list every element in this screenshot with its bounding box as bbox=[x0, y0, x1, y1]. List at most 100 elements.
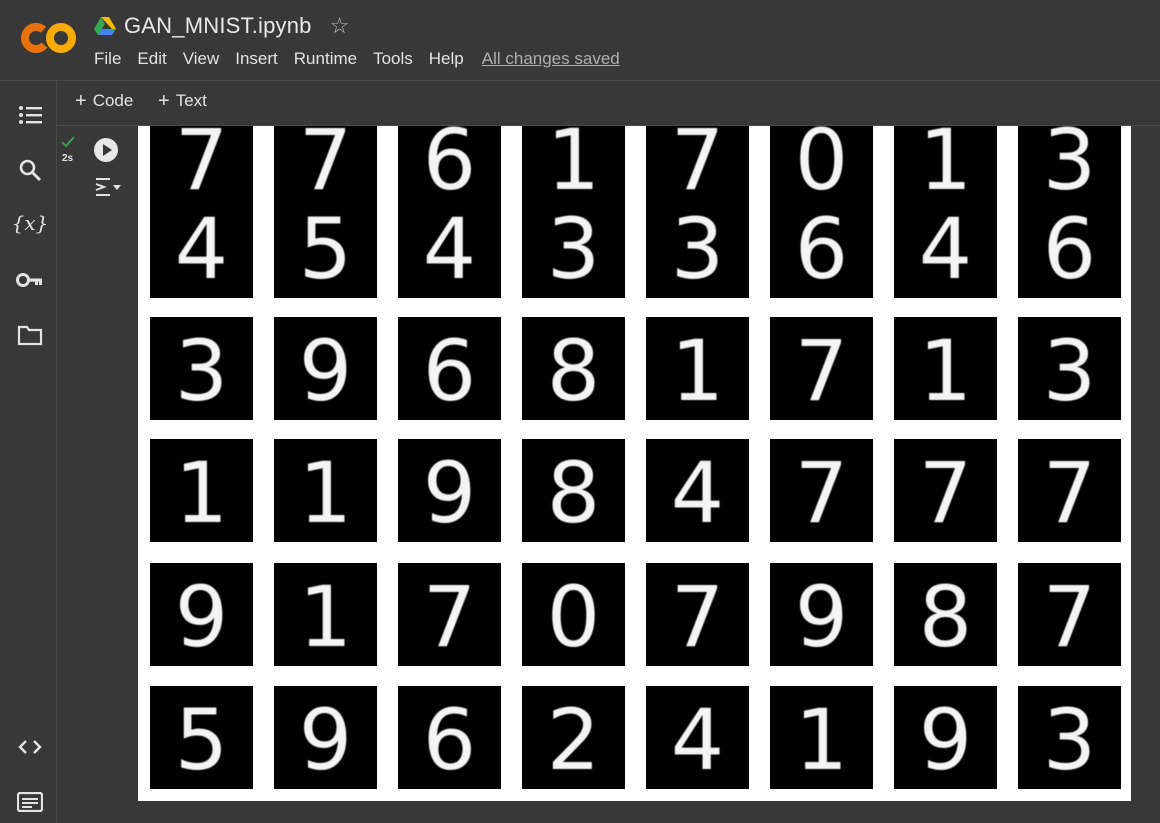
digit-glyph: 9 bbox=[918, 690, 973, 789]
colab-logo-icon[interactable] bbox=[20, 20, 78, 56]
digit-glyph: 0 bbox=[794, 126, 849, 209]
generated-digit-image: 5 bbox=[150, 686, 253, 789]
star-icon[interactable]: ☆ bbox=[330, 15, 350, 37]
digit-glyph: 3 bbox=[1042, 321, 1097, 420]
output-options-icon[interactable] bbox=[94, 176, 122, 198]
generated-digit-image: 3 bbox=[1018, 317, 1121, 420]
files-folder-icon[interactable] bbox=[16, 321, 44, 349]
digit-glyph: 4 bbox=[174, 199, 229, 298]
digit-glyph: 8 bbox=[918, 567, 973, 666]
digit-glyph: 8 bbox=[546, 443, 601, 542]
digit-glyph: 1 bbox=[174, 443, 229, 542]
digit-glyph: 6 bbox=[422, 126, 477, 209]
digit-glyph: 9 bbox=[422, 443, 477, 542]
add-text-button[interactable]: + Text bbox=[158, 91, 207, 111]
google-drive-icon bbox=[94, 17, 116, 35]
digit-glyph: 4 bbox=[918, 199, 973, 298]
digit-glyph: 5 bbox=[174, 690, 229, 789]
digit-glyph: 7 bbox=[794, 443, 849, 542]
generated-digit-image: 9 bbox=[150, 563, 253, 666]
digit-glyph: 9 bbox=[298, 321, 353, 420]
digit-glyph: 7 bbox=[174, 126, 229, 209]
digit-glyph: 1 bbox=[546, 126, 601, 209]
run-cell-button[interactable] bbox=[94, 138, 118, 162]
digit-glyph: 3 bbox=[546, 199, 601, 298]
digit-glyph: 5 bbox=[298, 199, 353, 298]
generated-digit-image: 8 bbox=[522, 317, 625, 420]
secrets-key-icon[interactable] bbox=[16, 266, 44, 294]
variables-icon[interactable]: {x} bbox=[12, 209, 49, 237]
digit-glyph: 6 bbox=[794, 199, 849, 298]
generated-digit-image: 9 bbox=[894, 686, 997, 789]
generated-digit-image: 7 bbox=[1018, 439, 1121, 542]
generated-digit-image: 9 bbox=[274, 317, 377, 420]
generated-digit-image: 4 bbox=[646, 439, 749, 542]
digit-glyph: 4 bbox=[670, 690, 725, 789]
cell-output-image: 7761701345433646396817131198477791707987… bbox=[138, 126, 1131, 801]
generated-digit-image: 3 bbox=[522, 195, 625, 298]
digit-glyph: 7 bbox=[670, 126, 725, 209]
menu-tools[interactable]: Tools bbox=[373, 49, 413, 69]
digit-glyph: 0 bbox=[546, 567, 601, 666]
code-snippets-icon[interactable] bbox=[16, 733, 44, 761]
generated-digit-image: 1 bbox=[274, 563, 377, 666]
generated-digit-image: 4 bbox=[150, 195, 253, 298]
generated-digit-image: 7 bbox=[646, 563, 749, 666]
add-code-button[interactable]: + Code bbox=[75, 91, 133, 111]
digit-glyph: 7 bbox=[670, 567, 725, 666]
generated-digit-image: 9 bbox=[398, 439, 501, 542]
plus-icon: + bbox=[158, 90, 170, 112]
digit-glyph: 4 bbox=[670, 443, 725, 542]
digit-glyph: 1 bbox=[670, 321, 725, 420]
add-code-label: Code bbox=[92, 91, 134, 110]
terminal-icon[interactable] bbox=[16, 788, 44, 816]
generated-digit-image: 7 bbox=[770, 439, 873, 542]
search-icon[interactable] bbox=[16, 156, 44, 184]
digit-glyph: 6 bbox=[422, 321, 477, 420]
menu-help[interactable]: Help bbox=[429, 49, 464, 69]
generated-digit-image: 0 bbox=[522, 563, 625, 666]
header: GAN_MNIST.ipynb ☆ File Edit View Insert … bbox=[0, 0, 1160, 81]
menu-edit[interactable]: Edit bbox=[137, 49, 166, 69]
digit-glyph: 3 bbox=[670, 199, 725, 298]
generated-digit-image: 3 bbox=[150, 317, 253, 420]
digit-glyph: 7 bbox=[794, 321, 849, 420]
save-status-link[interactable]: All changes saved bbox=[482, 49, 620, 69]
generated-digit-image: 3 bbox=[1018, 686, 1121, 789]
generated-digit-image: 6 bbox=[398, 686, 501, 789]
generated-digit-image: 4 bbox=[398, 195, 501, 298]
generated-digit-image: 2 bbox=[522, 686, 625, 789]
generated-digit-image: 7 bbox=[1018, 563, 1121, 666]
colab-app: GAN_MNIST.ipynb ☆ File Edit View Insert … bbox=[0, 0, 1160, 823]
generated-digit-image: 8 bbox=[522, 439, 625, 542]
menu-file[interactable]: File bbox=[94, 49, 121, 69]
execution-time: 2s bbox=[62, 153, 74, 164]
menu-insert[interactable]: Insert bbox=[235, 49, 278, 69]
digit-glyph: 4 bbox=[422, 199, 477, 298]
digit-glyph: 3 bbox=[174, 321, 229, 420]
digit-glyph: 3 bbox=[1042, 126, 1097, 209]
generated-digit-image: 7 bbox=[770, 317, 873, 420]
generated-digit-image: 1 bbox=[770, 686, 873, 789]
generated-digit-image: 3 bbox=[646, 195, 749, 298]
notebook-title[interactable]: GAN_MNIST.ipynb bbox=[124, 13, 312, 39]
menu-view[interactable]: View bbox=[183, 49, 220, 69]
digit-glyph: 7 bbox=[1042, 567, 1097, 666]
digit-glyph: 1 bbox=[918, 321, 973, 420]
generated-digit-image: 8 bbox=[894, 563, 997, 666]
menu-runtime[interactable]: Runtime bbox=[294, 49, 357, 69]
generated-digit-image: 9 bbox=[274, 686, 377, 789]
table-of-contents-icon[interactable] bbox=[16, 101, 44, 129]
digit-glyph: 7 bbox=[1042, 443, 1097, 542]
digit-glyph: 7 bbox=[298, 126, 353, 209]
digit-glyph: 1 bbox=[298, 567, 353, 666]
digit-glyph: 7 bbox=[918, 443, 973, 542]
generated-digit-image: 7 bbox=[398, 563, 501, 666]
title-row: GAN_MNIST.ipynb ☆ bbox=[94, 12, 349, 40]
digit-glyph: 1 bbox=[298, 443, 353, 542]
generated-digit-image: 9 bbox=[770, 563, 873, 666]
generated-digit-image: 4 bbox=[894, 195, 997, 298]
digit-glyph: 1 bbox=[918, 126, 973, 209]
digit-glyph: 3 bbox=[1042, 690, 1097, 789]
generated-digit-image: 4 bbox=[646, 686, 749, 789]
